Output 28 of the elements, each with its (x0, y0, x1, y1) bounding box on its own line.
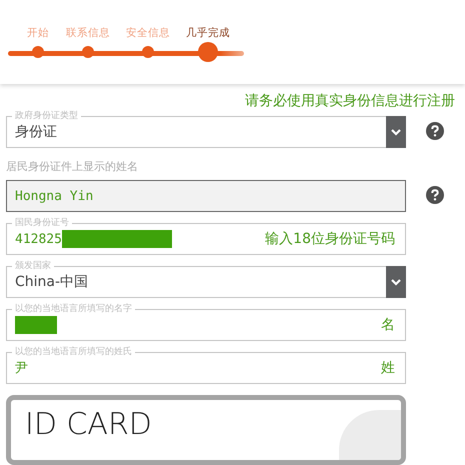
notice-text: 请务必使用真实身份信息进行注册 (244, 92, 456, 110)
field-label: 居民身份证件上显示的姓名 (6, 159, 139, 174)
chevron-down-icon (391, 278, 401, 286)
input-field[interactable]: Hongna Yin (6, 180, 406, 212)
dropdown-button[interactable] (386, 116, 406, 148)
field-value: 身份证 (15, 123, 57, 141)
step-label: 联系信息 (66, 26, 110, 40)
field-value: China-中国 (15, 273, 88, 291)
field-hint: 名 (381, 316, 395, 334)
field-label: 颁发国家 (12, 260, 54, 272)
field-value: Hongna Yin (15, 188, 94, 204)
dropdown-button[interactable] (386, 266, 406, 298)
field-label: 国民身份证号 (12, 217, 72, 229)
card-title: ID CARD (25, 408, 152, 442)
help-icon[interactable] (426, 122, 444, 140)
chevron-down-icon (391, 128, 401, 136)
field-value: 412825 (15, 232, 62, 246)
field-value: 尹 (15, 360, 28, 377)
field-label: 政府身份证类型 (12, 110, 81, 122)
step-label: 几乎完成 (186, 26, 230, 40)
field-label: 以您的当地语言所填写的姓氏 (12, 346, 135, 358)
step-label: 开始 (27, 26, 49, 40)
step-label: 安全信息 (126, 26, 170, 40)
help-icon[interactable] (426, 186, 444, 204)
field-hint: 姓 (381, 359, 395, 377)
photo-placeholder (339, 410, 401, 460)
field-label: 以您的当地语言所填写的名字 (12, 303, 135, 315)
field-hint: 输入18位身份证号码 (265, 230, 395, 248)
